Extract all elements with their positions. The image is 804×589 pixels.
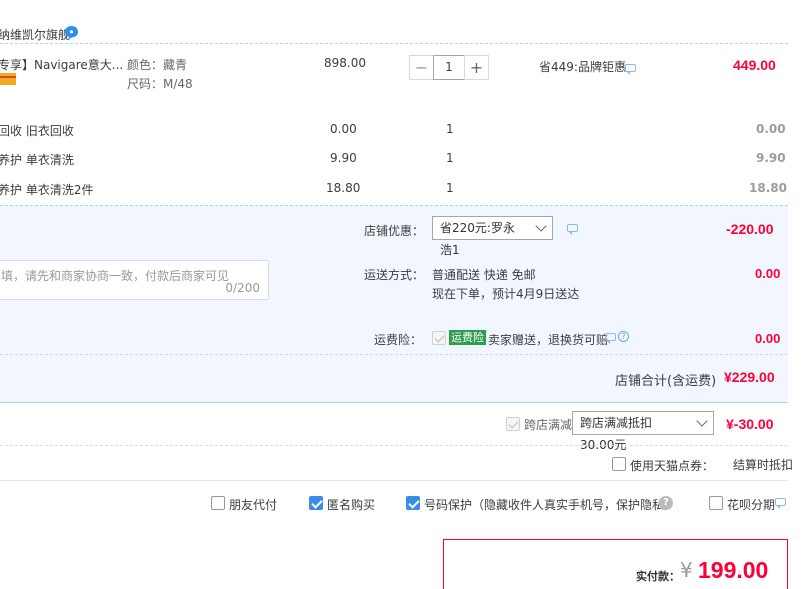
cross-store-checkbox	[506, 417, 520, 431]
service-subtotal: 18.80	[749, 181, 787, 195]
insurance-chat-icon[interactable]	[605, 333, 616, 344]
service-price: 9.90	[330, 151, 357, 165]
friend-pay-label: 朋友代付	[229, 498, 278, 512]
buyer-message-placeholder: 填，请先和商家协商一致，付款后商家可见	[1, 269, 230, 283]
item-subtotal: 449.00	[733, 57, 776, 73]
shop-discount-label: 店铺优惠：	[364, 224, 425, 238]
cross-store-select[interactable]: 跨店满减抵扣30.00元	[572, 411, 714, 452]
shipping-method: 普通配送 快递 免邮	[432, 268, 536, 282]
insurance-checkbox	[432, 331, 446, 345]
service-name: 养护 单衣清洗	[0, 153, 74, 167]
insurance-label: 运费险：	[374, 333, 423, 347]
cross-store-label: 跨店满减	[524, 418, 573, 432]
quantity-input[interactable]: 1	[433, 55, 465, 80]
service-price: 18.80	[326, 181, 361, 195]
char-counter: 0/200	[225, 281, 260, 295]
service-qty: 1	[446, 181, 454, 195]
chevron-down-icon	[535, 220, 547, 232]
cross-store-amount: ¥-30.00	[726, 416, 774, 432]
item-unit-price: 898.00	[324, 56, 366, 70]
service-name: 养护 单衣清洗2件	[0, 183, 94, 197]
insurance-text: 卖家赠送，退换货可赔	[488, 333, 609, 347]
wangwang-chat-icon[interactable]	[64, 25, 79, 39]
payment-amount: 199.00	[698, 557, 769, 583]
service-qty: 1	[446, 151, 454, 165]
quantity-stepper: − 1 +	[409, 55, 489, 80]
divider	[0, 354, 788, 355]
coupon-card-icon	[0, 73, 16, 85]
tmall-points-note: 结算时抵扣	[733, 458, 794, 472]
cross-store-value: 跨店满减抵扣30.00元	[580, 416, 653, 452]
service-subtotal: 0.00	[756, 122, 786, 136]
huabei-label: 花呗分期	[727, 498, 776, 512]
tmall-points-label: 使用天猫点券：	[630, 459, 715, 473]
item-color: 颜色：藏青	[127, 58, 188, 72]
payment-summary: 实付款： ¥ 199.00	[443, 539, 788, 589]
shipping-eta: 现在下单，预计4月9日送达	[432, 287, 580, 301]
shipping-amount: 0.00	[755, 266, 781, 281]
payment-currency: ¥	[680, 558, 693, 582]
divider	[0, 445, 788, 446]
insurance-badge: 运费险	[449, 330, 486, 345]
anonymous-checkbox[interactable]	[309, 496, 323, 510]
service-qty: 1	[446, 122, 454, 136]
discount-info-icon[interactable]	[567, 224, 578, 235]
friend-pay-checkbox[interactable]	[211, 496, 225, 510]
huabei-info-icon[interactable]	[775, 498, 786, 509]
insurance-amount: 0.00	[755, 331, 781, 346]
item-size: 尺码：M/48	[127, 77, 193, 91]
service-price: 0.00	[330, 122, 357, 136]
divider	[0, 402, 788, 403]
buyer-message-input[interactable]: 填，请先和商家协商一致，付款后商家可见 0/200	[0, 260, 269, 300]
increase-button[interactable]: +	[464, 55, 489, 80]
divider	[0, 43, 788, 44]
service-name: 回收 旧衣回收	[0, 124, 74, 138]
number-protect-checkbox[interactable]	[406, 496, 420, 510]
shop-discount-amount: -220.00	[726, 221, 774, 237]
shop-name[interactable]: 纳维凯尔旗舰	[0, 26, 70, 43]
item-title[interactable]: 专享】Navigare意大...	[0, 56, 123, 73]
help-icon[interactable]: ?	[618, 331, 629, 342]
shop-total-amount: ¥229.00	[724, 369, 775, 385]
chevron-down-icon	[696, 415, 708, 427]
promo-info-icon[interactable]	[625, 64, 636, 75]
payment-label: 实付款：	[636, 570, 680, 583]
item-promo: 省449:品牌钜惠	[539, 60, 626, 74]
number-protect-label: 号码保护（隐藏收件人真实手机号，保护隐私）	[424, 498, 677, 512]
shop-total-label: 店铺合计(含运费)	[615, 374, 717, 389]
help-icon[interactable]: ?	[659, 496, 673, 510]
tmall-points-checkbox[interactable]	[612, 457, 626, 471]
huabei-checkbox[interactable]	[709, 496, 723, 510]
shop-discount-select[interactable]: 省220元:罗永浩1	[432, 216, 553, 257]
decrease-button[interactable]: −	[409, 55, 434, 80]
anonymous-label: 匿名购买	[327, 498, 376, 512]
divider	[0, 205, 788, 206]
shipping-label: 运送方式：	[364, 268, 425, 282]
service-subtotal: 9.90	[756, 151, 786, 165]
divider	[0, 480, 788, 481]
